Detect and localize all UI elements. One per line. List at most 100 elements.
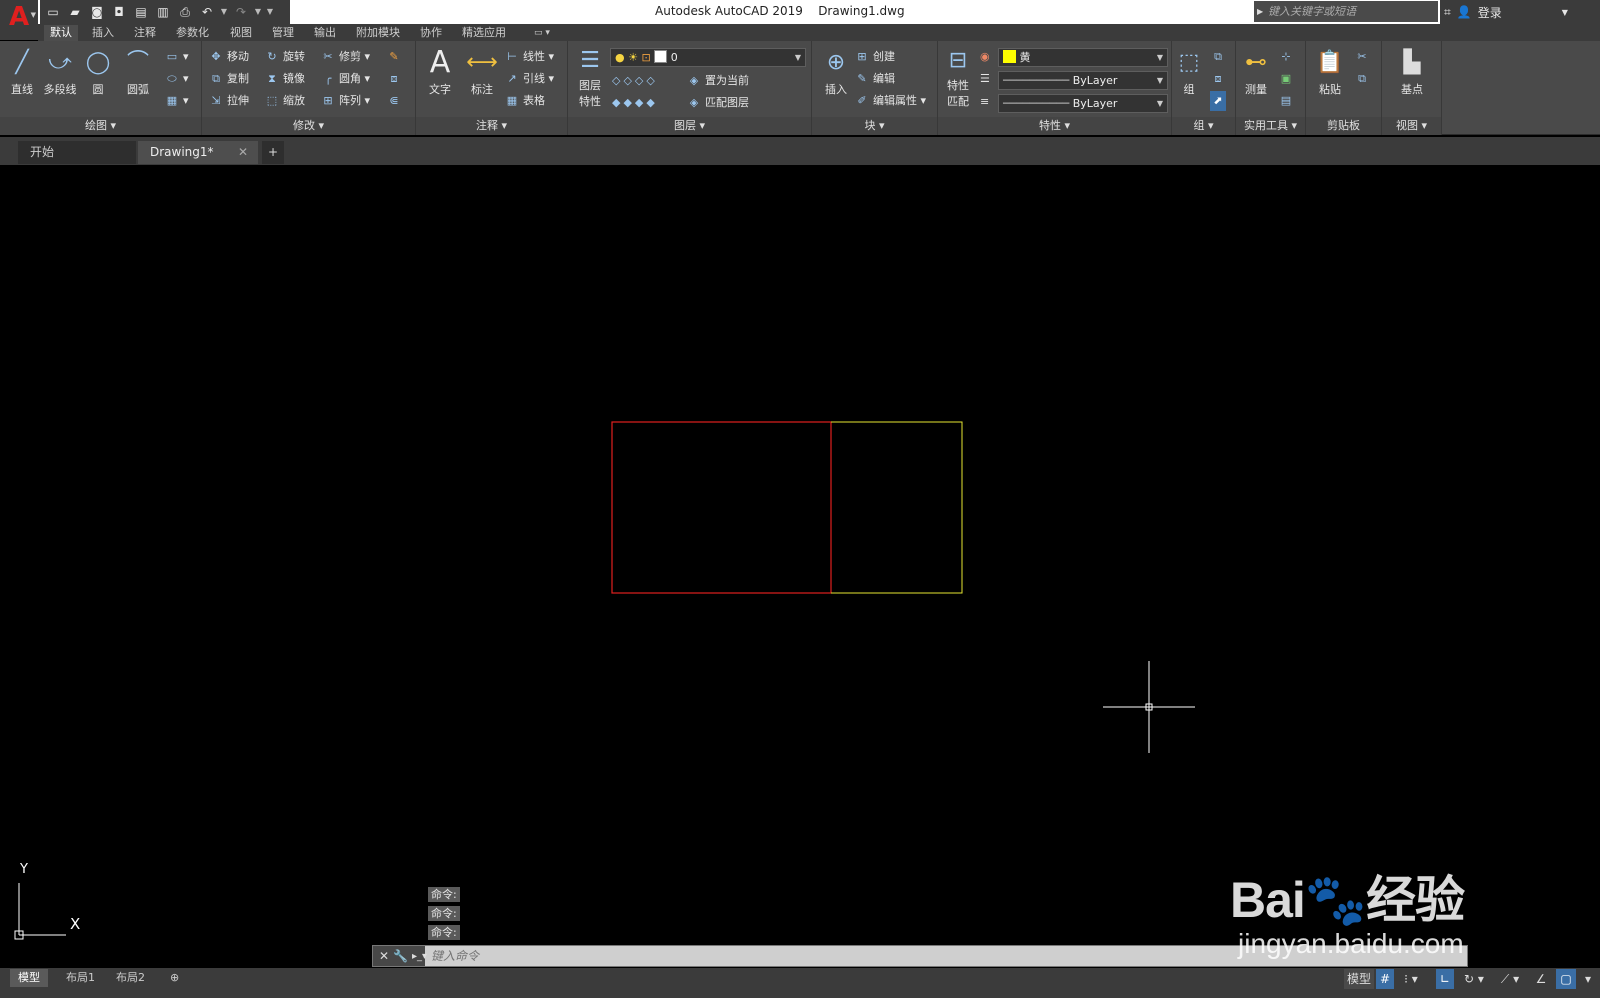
new-tab-button[interactable]: + [262, 141, 284, 164]
copy-clip-button[interactable]: ⧉ [1354, 69, 1373, 89]
make-current-button[interactable]: ◈ 置为当前 [686, 71, 749, 91]
mirror-button[interactable]: ⧗ 镜像 [264, 69, 305, 89]
scale-button[interactable]: ⬚ 缩放 [264, 91, 305, 111]
layer-dropdown[interactable]: ● ☀ ⊡ 0 ▼ [610, 48, 806, 67]
table-button[interactable]: ▦ 表格 [504, 91, 545, 111]
dimension-button[interactable]: ⟷ 标注 [460, 45, 504, 97]
layer-tools-row-1[interactable]: ◇◇◇◇ [612, 71, 658, 91]
arc-button[interactable]: ⌒ 圆弧 [116, 45, 160, 97]
login-button[interactable]: 登录 [1478, 4, 1502, 21]
layer-properties-button[interactable]: ☰ 图层 特性 [572, 45, 608, 109]
cut-button[interactable]: ✂ [1354, 47, 1373, 67]
tab-featured-apps[interactable]: 精选应用 [456, 25, 512, 41]
explode-button[interactable]: ⧈ [386, 69, 405, 89]
save-web-icon[interactable]: ▥ [154, 3, 172, 21]
layout-tab-layout2[interactable]: 布局2 [108, 969, 153, 987]
fillet-button[interactable]: ╭ 圆角 ▾ [320, 69, 370, 89]
move-button[interactable]: ✥ 移动 [208, 47, 249, 67]
erase-button[interactable]: ✎ [386, 47, 405, 67]
yellow-rectangle[interactable] [831, 421, 963, 594]
save-icon[interactable]: ◙ [88, 3, 106, 21]
snap-icon[interactable]: ⁝ ▾ [1398, 969, 1424, 989]
panel-title-groups[interactable]: 组 ▾ [1172, 117, 1235, 135]
leader-button[interactable]: ↗ 引线 ▾ [504, 69, 554, 89]
isodraft-icon[interactable]: ⟋ ▾ [1496, 969, 1524, 989]
edit-attributes-button[interactable]: ✐ 编辑属性 ▾ [854, 91, 926, 111]
stretch-button[interactable]: ⇲ 拉伸 [208, 91, 249, 111]
panel-title-draw[interactable]: 绘图 ▾ [0, 117, 201, 135]
close-icon[interactable]: ✕ [238, 141, 248, 164]
open-file-icon[interactable]: ▰ [66, 3, 84, 21]
group-select-button[interactable]: ⬈ [1210, 91, 1229, 111]
redo-icon[interactable]: ↷ [232, 3, 250, 21]
search-box[interactable]: ▶ 键入关键字或短语 [1254, 1, 1438, 22]
panel-title-layers[interactable]: 图层 ▾ [568, 117, 811, 135]
layout-tab-model[interactable]: 模型 [10, 969, 48, 987]
open-web-icon[interactable]: ▤ [132, 3, 150, 21]
wrench-icon[interactable]: 🔧 [393, 949, 408, 963]
array-button[interactable]: ⊞ 阵列 ▾ [320, 91, 370, 111]
color-dropdown[interactable]: 黄 ▼ [998, 48, 1168, 67]
polar-icon[interactable]: ↻ ▾ [1460, 969, 1488, 989]
panel-title-block[interactable]: 块 ▾ [812, 117, 937, 135]
redo-dropdown-icon[interactable]: ▼ [254, 3, 262, 21]
tab-manage[interactable]: 管理 [266, 25, 300, 41]
save-as-icon[interactable]: ◘ [110, 3, 128, 21]
grid-icon[interactable]: # [1376, 969, 1394, 989]
command-prompt-icon[interactable]: ▸_▾ [412, 951, 427, 962]
app-menu-button[interactable]: A ▼ [0, 0, 38, 40]
binoculars-icon[interactable]: ⌗ [1444, 5, 1451, 20]
chevron-down-icon[interactable]: ▾ [1580, 969, 1596, 989]
insert-button[interactable]: ⊕ 插入 [814, 45, 858, 97]
match-layer-button[interactable]: ◈ 匹配图层 [686, 93, 749, 113]
circle-button[interactable]: ◯ 圆 [76, 45, 120, 97]
tab-default[interactable]: 默认 [44, 25, 78, 41]
panel-title-clipboard[interactable]: 剪贴板 [1306, 117, 1381, 135]
tab-annotate[interactable]: 注释 [128, 25, 162, 41]
calculator-button[interactable]: ▤ [1278, 91, 1297, 111]
tab-collaborate[interactable]: 协作 [414, 25, 448, 41]
ribbon-minimize-icon[interactable]: ▭ ▾ [528, 25, 556, 41]
ortho-icon[interactable]: ∟ [1436, 969, 1454, 989]
plot-icon[interactable]: ⎙ [176, 3, 194, 21]
linetype-dropdown[interactable]: ────────── ByLayer ▼ [998, 71, 1168, 90]
paste-button[interactable]: 📋 粘贴 [1310, 45, 1350, 97]
basepoint-button[interactable]: ▙ 基点 [1390, 45, 1434, 97]
layout-tab-layout1[interactable]: 布局1 [58, 969, 103, 987]
object-snap-icon[interactable]: ▢ [1556, 969, 1576, 989]
create-block-button[interactable]: ⊞ 创建 [854, 47, 895, 67]
tab-insert[interactable]: 插入 [86, 25, 120, 41]
layer-tools-row-2[interactable]: ◆◆◆◆ [612, 93, 658, 113]
add-layout-button[interactable]: ⊕ [162, 969, 187, 987]
tab-parametric[interactable]: 参数化 [170, 25, 215, 41]
group-button[interactable]: ⬚ 组 [1172, 45, 1206, 97]
text-button[interactable]: A 文字 [418, 45, 462, 97]
tab-output[interactable]: 输出 [308, 25, 342, 41]
trim-button[interactable]: ✂ 修剪 ▾ [320, 47, 370, 67]
osnap-tracking-icon[interactable]: ∠ [1532, 969, 1550, 989]
tab-addins[interactable]: 附加模块 [350, 25, 406, 41]
panel-title-utilities[interactable]: 实用工具 ▾ [1236, 117, 1305, 135]
panel-title-annotation[interactable]: 注释 ▾ [416, 117, 567, 135]
match-properties-button[interactable]: ⊟ 特性 匹配 [938, 45, 978, 109]
hatch-button[interactable]: ▦ ▾ [164, 91, 189, 111]
group-edit-button[interactable]: ⧈ [1210, 69, 1229, 89]
model-space-button[interactable]: 模型 [1344, 969, 1374, 989]
ellipse-button[interactable]: ⬭ ▾ [164, 69, 188, 89]
undo-icon[interactable]: ↶ [198, 3, 216, 21]
close-icon[interactable]: ✕ [379, 949, 389, 963]
undo-dropdown-icon[interactable]: ▼ [220, 3, 228, 21]
customize-qat-icon[interactable]: ▼ [266, 3, 274, 21]
select-similar-button[interactable]: ▣ [1278, 69, 1297, 89]
rotate-button[interactable]: ↻ 旋转 [264, 47, 305, 67]
new-file-icon[interactable]: ▭ [44, 3, 62, 21]
ungroup-button[interactable]: ⧉ [1210, 47, 1229, 67]
rectangle-button[interactable]: ▭ ▾ [164, 47, 189, 67]
id-point-button[interactable]: ⊹ [1278, 47, 1297, 67]
offset-button[interactable]: ⋐ [386, 91, 405, 111]
tab-view[interactable]: 视图 [224, 25, 258, 41]
tab-drawing1[interactable]: Drawing1* ✕ [138, 141, 258, 164]
panel-title-view[interactable]: 视图 ▾ [1382, 117, 1441, 135]
edit-block-button[interactable]: ✎ 编辑 [854, 69, 895, 89]
tab-start[interactable]: 开始 [18, 141, 136, 164]
